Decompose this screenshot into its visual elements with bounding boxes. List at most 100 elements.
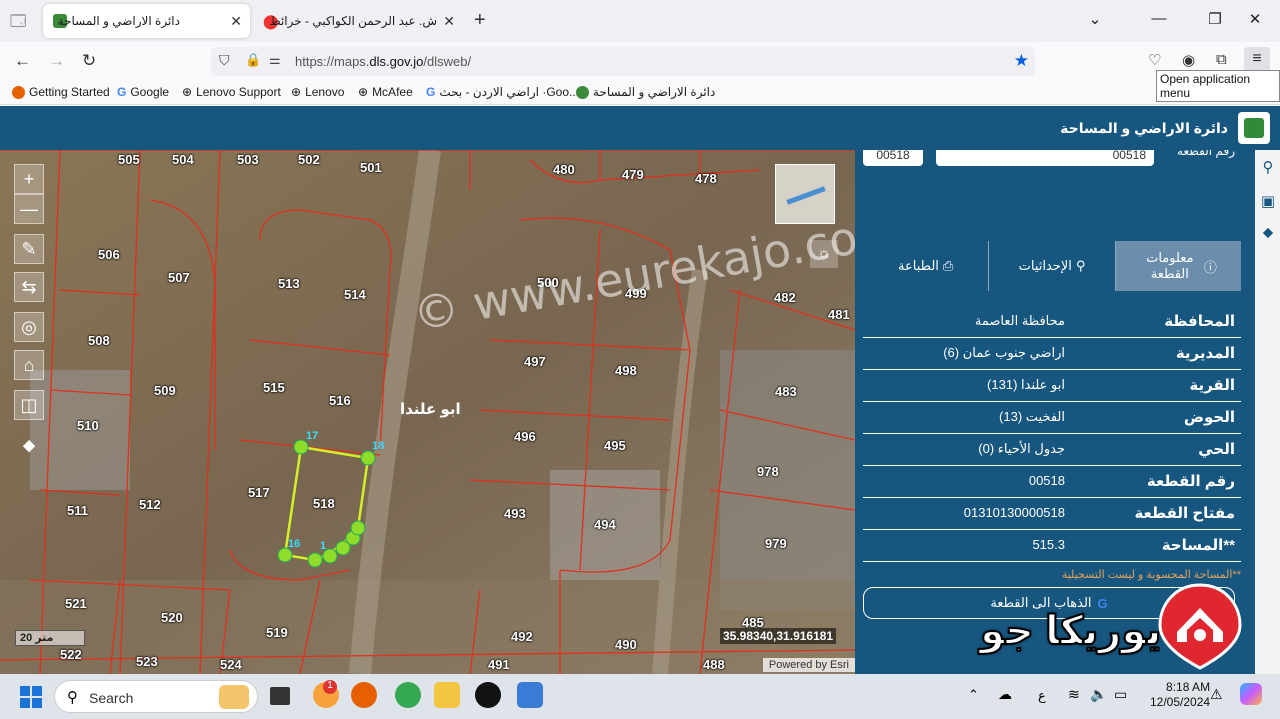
vertex-label: 1: [320, 540, 327, 552]
tab-dls[interactable]: دائرة الاراضي و المساحة ✕: [43, 4, 250, 38]
home-button[interactable]: ⌂: [14, 350, 44, 380]
parcel-label: 516: [329, 393, 351, 408]
google-icon: G: [426, 85, 436, 99]
close-tab-icon[interactable]: ✕: [230, 13, 242, 30]
firefox-icon[interactable]: [351, 682, 377, 708]
tab-title: ش. عبد الرحمن الكواكبي - خرائط: [269, 14, 437, 28]
close-tab-icon[interactable]: ✕: [443, 13, 455, 30]
parcel-label: 508: [88, 333, 110, 348]
reload-icon[interactable]: ↻: [82, 51, 96, 71]
parcel-label: 481: [828, 307, 850, 322]
tab-parcel-info[interactable]: ⓘ معلومات القطعة: [1114, 241, 1241, 291]
bookmark-google[interactable]: G Google: [117, 85, 169, 99]
scale-bar: 20 متر: [15, 630, 85, 646]
bookmark-google-search[interactable]: G اراضي الاردن - بحث ·Goo...: [426, 85, 579, 99]
parcel-info-table: المحافظة محافظة العاصمة المديرية اراضي جنو…: [863, 306, 1241, 562]
list-all-tabs-icon[interactable]: ⌄: [1085, 10, 1105, 28]
parcel-label: 520: [161, 610, 183, 625]
start-button[interactable]: [20, 686, 42, 708]
taskbar-search[interactable]: ⚲ Search: [54, 680, 258, 713]
photos-icon[interactable]: [517, 682, 543, 708]
parcel-label: 497: [524, 354, 546, 369]
panel-tabs: ⓘ معلومات القطعة ⚲ الإحداثيات ⎙ الطباعة: [863, 241, 1241, 291]
parcel-label: 479: [622, 167, 644, 182]
measure-button[interactable]: ⇆: [14, 272, 44, 302]
back-icon[interactable]: ←: [14, 51, 31, 71]
bookmark-getting-started[interactable]: Getting Started: [12, 85, 110, 99]
parcel-label: 978: [757, 464, 779, 479]
parcel-label: 492: [511, 629, 533, 644]
battery-icon[interactable]: ▭: [1114, 686, 1127, 703]
restore-button[interactable]: ❐: [1205, 10, 1225, 28]
info-row-village: القرية ابو علندا (131): [863, 370, 1241, 402]
parcel-number-field[interactable]: 00518: [936, 150, 1154, 166]
locate-button[interactable]: ◎: [14, 312, 44, 342]
google-icon: G: [117, 85, 127, 99]
bookmark-lenovo-support[interactable]: ⊕ Lenovo Support: [182, 85, 281, 99]
alert-icon[interactable]: ⚠: [1210, 686, 1223, 703]
parcel-label: 483: [775, 384, 797, 399]
esri-attribution: Powered by Esri: [762, 658, 855, 672]
cloud-icon[interactable]: ☁: [998, 686, 1012, 703]
file-explorer-icon[interactable]: [434, 682, 460, 708]
dls-favicon: [576, 85, 589, 99]
brand-watermark-text: يوريكا جو: [979, 608, 1162, 654]
pocket-icon[interactable]: ♡: [1148, 51, 1161, 69]
overview-map[interactable]: [775, 164, 835, 224]
bookmarks-toolbar: Getting Started G Google ⊕ Lenovo Support …: [0, 80, 1280, 105]
volume-icon[interactable]: 🔈: [1090, 686, 1107, 703]
tool-sidebar: ⚲ ▣ ⬥: [1255, 150, 1280, 674]
info-row-parcel-key: مفتاح القطعة 01310130000518: [863, 498, 1241, 530]
account-icon[interactable]: ◉: [1182, 51, 1195, 69]
search-highlight-icon: [219, 685, 249, 709]
tiktok-icon[interactable]: [475, 682, 501, 708]
forward-icon[interactable]: →: [48, 51, 65, 71]
zoom-in-button[interactable]: +: [14, 164, 44, 194]
search-icon[interactable]: ⚲: [1259, 158, 1277, 176]
lock-icon[interactable]: 🔒: [245, 52, 261, 68]
info-row-governorate: المحافظة محافظة العاصمة: [863, 306, 1241, 338]
map-view[interactable]: 505 504 503 502 501 480 479 478 506 507 513 514 500 4…: [0, 150, 855, 674]
bookmark-star-icon[interactable]: ★: [1014, 51, 1029, 71]
parcel-label: 519: [266, 625, 288, 640]
bookmark-lenovo[interactable]: ⊕ Lenovo: [291, 85, 344, 99]
tab-coordinates[interactable]: ⚲ الإحداثيات: [988, 241, 1114, 291]
basemap-button[interactable]: ◫: [14, 390, 44, 420]
tab-title: دائرة الاراضي و المساحة: [57, 14, 180, 28]
compass-button[interactable]: ⬥: [14, 430, 44, 460]
location-pin-icon[interactable]: ⬥: [1259, 224, 1277, 242]
new-tab-button[interactable]: +: [474, 9, 486, 32]
bookmark-dls[interactable]: دائرة الاراضي و المساحة: [576, 85, 715, 99]
tab-print[interactable]: ⎙ الطباعة: [863, 241, 988, 291]
task-view-icon[interactable]: [270, 687, 290, 705]
parcel-label: 513: [278, 276, 300, 291]
navigation-bar: ← → ↻ ⛉ 🔒 ⚌ https://maps.dls.gov.jo/dlsw…: [0, 42, 1280, 80]
parcel-label: 478: [695, 171, 717, 186]
permissions-icon[interactable]: ⚌: [269, 52, 281, 68]
minimize-button[interactable]: —: [1149, 10, 1169, 27]
language-indicator[interactable]: ع: [1038, 688, 1046, 704]
chrome-icon[interactable]: [395, 682, 421, 708]
tab-maps[interactable]: ⬤ ش. عبد الرحمن الكواكبي - خرائط ✕: [253, 4, 463, 38]
bookmark-mcafee[interactable]: ⊕ McAfee: [358, 85, 413, 99]
parcel-label: 494: [594, 517, 616, 532]
clock[interactable]: 8:18 AM 12/05/2024: [1150, 680, 1210, 710]
globe-icon: ⊕: [182, 85, 193, 99]
extensions-icon[interactable]: ⧉: [1216, 51, 1227, 68]
parcel-info-panel: 00518 00518 رقم القطعة ⓘ معلومات القطعة ⚲…: [855, 150, 1255, 674]
daylight-button[interactable]: ☼: [810, 240, 838, 268]
wifi-icon[interactable]: ≋: [1068, 686, 1080, 703]
zoom-out-button[interactable]: —: [14, 194, 44, 224]
parcel-number-small-field[interactable]: 00518: [863, 150, 923, 166]
parcel-label: 504: [172, 152, 194, 167]
layers-icon[interactable]: ▣: [1259, 192, 1277, 210]
copilot-icon[interactable]: [1240, 683, 1262, 705]
shield-icon[interactable]: ⛉: [219, 52, 230, 69]
url-bar[interactable]: ⛉ 🔒 ⚌ https://maps.dls.gov.jo/dlsweb/ ★: [211, 47, 1035, 76]
parcel-label: 498: [615, 363, 637, 378]
parcel-label: 510: [77, 418, 99, 433]
tray-chevron-icon[interactable]: ⌃: [968, 687, 979, 703]
close-window-button[interactable]: ✕: [1245, 10, 1265, 28]
tab-list-icon[interactable]: 🗔: [10, 11, 26, 36]
draw-tool-button[interactable]: ✎: [14, 234, 44, 264]
